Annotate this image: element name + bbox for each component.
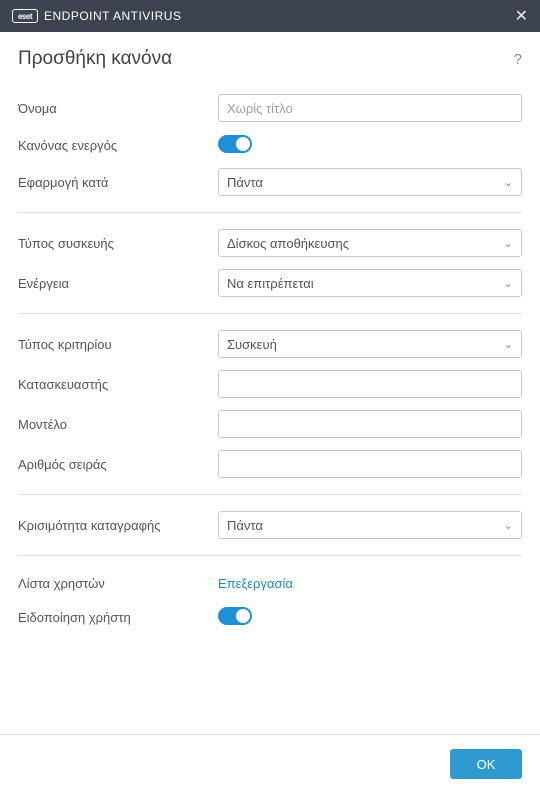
row-notify-user: Ειδοποίηση χρήστη [18, 600, 522, 634]
row-serial: Αριθμός σειράς [18, 444, 522, 484]
label-device-type: Τύπος συσκευής [18, 236, 218, 251]
chevron-down-icon: ⌄ [504, 237, 513, 250]
row-model: Μοντέλο [18, 404, 522, 444]
row-name: Όνομα [18, 88, 522, 128]
device-type-value: Δίσκος αποθήκευσης [227, 236, 349, 251]
rule-enabled-toggle[interactable] [218, 135, 252, 153]
divider [18, 555, 522, 556]
criteria-type-select[interactable]: Συσκευή ⌄ [218, 330, 522, 358]
label-vendor: Κατασκευαστής [18, 377, 218, 392]
chevron-down-icon: ⌄ [504, 176, 513, 189]
divider [18, 494, 522, 495]
label-severity: Κρισιμότητα καταγραφής [18, 518, 218, 533]
name-input[interactable] [218, 94, 522, 122]
label-action: Ενέργεια [18, 276, 218, 291]
divider [18, 212, 522, 213]
header: Προσθήκη κανόνα ? [18, 48, 522, 70]
serial-input[interactable] [218, 450, 522, 478]
label-apply-during: Εφαρμογή κατά [18, 175, 218, 190]
apply-during-select[interactable]: Πάντα ⌄ [218, 168, 522, 196]
chevron-down-icon: ⌄ [504, 338, 513, 351]
label-serial: Αριθμός σειράς [18, 457, 218, 472]
notify-user-toggle[interactable] [218, 607, 252, 625]
action-value: Να επιτρέπεται [227, 276, 314, 291]
close-icon[interactable]: ✕ [515, 6, 528, 26]
device-type-select[interactable]: Δίσκος αποθήκευσης ⌄ [218, 229, 522, 257]
model-input[interactable] [218, 410, 522, 438]
chevron-down-icon: ⌄ [504, 277, 513, 290]
product-name: ENDPOINT ANTIVIRUS [44, 9, 181, 23]
label-user-list: Λίστα χρηστών [18, 576, 218, 591]
footer: OK [0, 734, 540, 793]
page-title: Προσθήκη κανόνα [18, 48, 172, 70]
severity-value: Πάντα [227, 518, 263, 533]
label-criteria-type: Τύπος κριτηρίου [18, 337, 218, 352]
chevron-down-icon: ⌄ [504, 519, 513, 532]
row-user-list: Λίστα χρηστών Επεξεργασία [18, 566, 522, 600]
divider [18, 313, 522, 314]
label-notify-user: Ειδοποίηση χρήστη [18, 610, 218, 625]
row-severity: Κρισιμότητα καταγραφής Πάντα ⌄ [18, 505, 522, 545]
apply-during-value: Πάντα [227, 175, 263, 190]
row-vendor: Κατασκευαστής [18, 364, 522, 404]
row-criteria-type: Τύπος κριτηρίου Συσκευή ⌄ [18, 324, 522, 364]
row-device-type: Τύπος συσκευής Δίσκος αποθήκευσης ⌄ [18, 223, 522, 263]
row-apply-during: Εφαρμογή κατά Πάντα ⌄ [18, 162, 522, 202]
vendor-input[interactable] [218, 370, 522, 398]
content: Προσθήκη κανόνα ? Όνομα Κανόνας ενεργός … [0, 32, 540, 644]
brand: eset ENDPOINT ANTIVIRUS [12, 9, 181, 23]
row-rule-enabled: Κανόνας ενεργός [18, 128, 522, 162]
label-model: Μοντέλο [18, 417, 218, 432]
ok-button[interactable]: OK [450, 749, 522, 779]
label-rule-enabled: Κανόνας ενεργός [18, 138, 218, 153]
help-icon[interactable]: ? [514, 51, 522, 68]
action-select[interactable]: Να επιτρέπεται ⌄ [218, 269, 522, 297]
edit-user-list-link[interactable]: Επεξεργασία [218, 576, 293, 591]
criteria-type-value: Συσκευή [227, 337, 277, 352]
titlebar: eset ENDPOINT ANTIVIRUS ✕ [0, 0, 540, 32]
brand-logo: eset [12, 9, 38, 23]
severity-select[interactable]: Πάντα ⌄ [218, 511, 522, 539]
label-name: Όνομα [18, 101, 218, 116]
row-action: Ενέργεια Να επιτρέπεται ⌄ [18, 263, 522, 303]
